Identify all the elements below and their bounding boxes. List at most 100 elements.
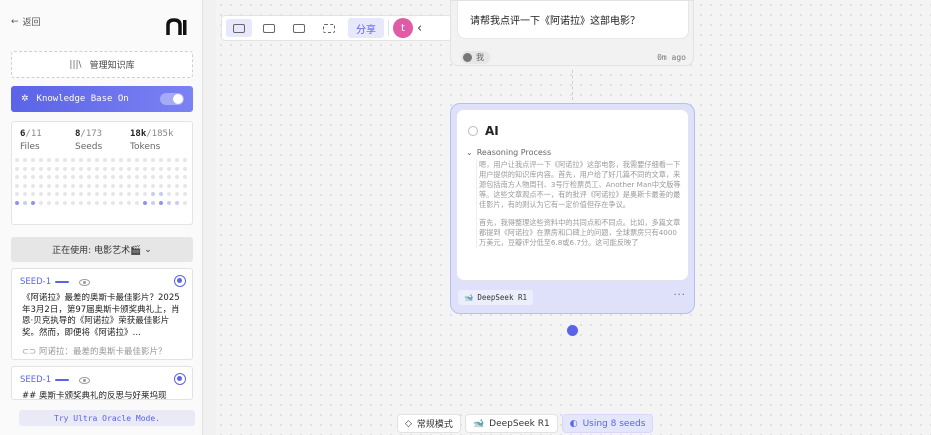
seed-dot [183, 192, 187, 196]
list-button[interactable] [316, 19, 342, 37]
collapse-chevron-icon[interactable]: ‹ [417, 21, 422, 36]
eye-icon[interactable] [79, 376, 91, 384]
app-logo [166, 18, 187, 35]
toggle-switch[interactable] [160, 93, 184, 105]
seed-dot [143, 166, 147, 171]
knowledge-base-toggle[interactable]: ✲ Knowledge Base On [11, 86, 193, 112]
seed-dot [47, 192, 51, 196]
seed-dot [135, 183, 139, 188]
seeds-circle-icon: ◐ [569, 418, 578, 429]
seed-dot [127, 200, 131, 205]
loading-circle-icon [468, 126, 478, 136]
seed-dot [55, 166, 59, 171]
sidebar-icon [233, 23, 245, 33]
back-button[interactable]: ← 返回 [11, 15, 41, 29]
seed-dot [55, 175, 59, 179]
files-label: Files [20, 142, 40, 152]
present-button[interactable] [256, 19, 282, 37]
seed-dot [71, 175, 75, 179]
seed-select-radio[interactable] [174, 373, 186, 385]
seed-dot [15, 158, 19, 162]
seed-dot [175, 183, 179, 188]
sidebar-toggle-button[interactable] [226, 19, 252, 37]
seed-card[interactable]: SEED-1 ## 奥斯卡颁奖典礼的反思与好莱坞现 [11, 366, 193, 400]
seed-dot [103, 166, 107, 171]
user-dot-icon [463, 53, 472, 62]
seed-dot [159, 183, 163, 188]
sidebar: ← 返回 |||\ 管理知识库 ✲ Knowledge Base On 6/11… [0, 0, 203, 435]
model-tag: 🐋 DeepSeek R1 [458, 290, 534, 305]
seed-dot [31, 192, 35, 196]
seed-dot [63, 166, 67, 171]
seed-dot [151, 183, 155, 188]
seed-dot [159, 158, 163, 162]
seed-dot [47, 175, 51, 179]
seed-dot [119, 200, 123, 205]
seed-dot [15, 183, 19, 188]
user-message-node[interactable]: 请帮我点评一下《阿诺拉》这部电影？ 我 0m ago [450, 0, 694, 66]
seed-dot [31, 166, 35, 171]
seed-dot [103, 158, 107, 162]
seed-bar [55, 281, 70, 283]
ai-response-node[interactable]: AI ⌄ Reasoning Process 嗯，用户让我点评一下《阿诺拉》这部… [450, 103, 695, 314]
kb-stats-panel: 6/11 Files 8/173 Seeds 18k/185k Tokens [11, 121, 193, 225]
image-button[interactable] [286, 19, 312, 37]
seed-select-radio[interactable] [174, 275, 186, 287]
seed-dot [111, 200, 115, 205]
model-selector[interactable]: 🐋 DeepSeek R1 [464, 414, 558, 433]
seed-card[interactable]: SEED-1 《阿诺拉》最差的奥斯卡最佳影片？2025年3月2日，第97届奥斯卡… [11, 268, 193, 360]
seed-dot [95, 192, 99, 196]
mode-selector[interactable]: ◇ 常规模式 [397, 414, 461, 433]
seed-dot [71, 200, 75, 205]
seed-dot [23, 166, 27, 171]
seed-dot [39, 192, 43, 196]
seed-dot [127, 183, 131, 188]
seed-dot [95, 175, 99, 179]
seed-dot [23, 175, 27, 179]
seed-dot [167, 200, 171, 205]
seed-dot [175, 192, 179, 196]
seed-dot [87, 183, 91, 188]
reasoning-paragraph: 首先，我得整理这些资料中的共同点和不同点。比如，多篇文章都提到《阿诺拉》在票房和… [479, 218, 681, 247]
seed-dot [87, 192, 91, 196]
seed-dot [95, 183, 99, 188]
seed-source-link[interactable]: ⊂⊃ 阿诺拉：最差的奥斯卡最佳影片？ [22, 345, 166, 357]
using-kb-selector[interactable]: 正在使用: 电影艺术🎬 ⌄ [11, 237, 193, 262]
seed-dot [167, 183, 171, 188]
node-output-handle[interactable] [567, 325, 578, 336]
share-button[interactable]: 分享 [348, 18, 384, 38]
ultra-oracle-button[interactable]: Try Ultra Oracle Mode. [19, 410, 195, 426]
seeds-indicator[interactable]: ◐ Using 8 seeds [561, 414, 654, 433]
seed-dot [55, 192, 59, 196]
seed-dot [119, 166, 123, 171]
seed-dot [39, 158, 43, 162]
arrow-left-icon: ← [11, 16, 19, 27]
seed-dot [167, 192, 171, 196]
seed-text: ## 奥斯卡颁奖典礼的反思与好莱坞现 [22, 391, 167, 400]
ai-title-text: AI [485, 124, 499, 138]
reasoning-content: 嗯，用户让我点评一下《阿诺拉》这部电影，我需要仔细看一下用户提供的知识库内容。首… [476, 160, 682, 248]
seed-dot [167, 158, 171, 162]
reasoning-header: Reasoning Process [476, 148, 552, 157]
monitor-icon [263, 23, 275, 33]
eye-icon[interactable] [79, 278, 91, 286]
seed-source: 阿诺拉：最差的奥斯卡最佳影片？ [38, 347, 167, 357]
seed-dot [71, 192, 75, 196]
chevron-down-icon: ⌄ [466, 148, 473, 157]
user-avatar[interactable]: t [393, 18, 413, 38]
user-author: 我 [476, 53, 484, 62]
seed-dot [71, 166, 75, 171]
seed-dot [63, 200, 67, 205]
whale-icon: 🐋 [464, 293, 474, 302]
seed-dot [151, 192, 155, 196]
manage-kb-button[interactable]: |||\ 管理知识库 [11, 51, 193, 78]
seeds-total: /173 [80, 129, 103, 139]
seed-dot [119, 192, 123, 196]
seed-dot [23, 183, 27, 188]
seeds-label: Using 8 seeds [582, 418, 646, 429]
seed-dot [23, 158, 27, 162]
seed-dot [55, 200, 59, 205]
reasoning-toggle[interactable]: ⌄ Reasoning Process [466, 148, 551, 157]
seed-id: SEED-1 [20, 375, 52, 385]
more-options-icon[interactable]: ··· [673, 290, 686, 301]
